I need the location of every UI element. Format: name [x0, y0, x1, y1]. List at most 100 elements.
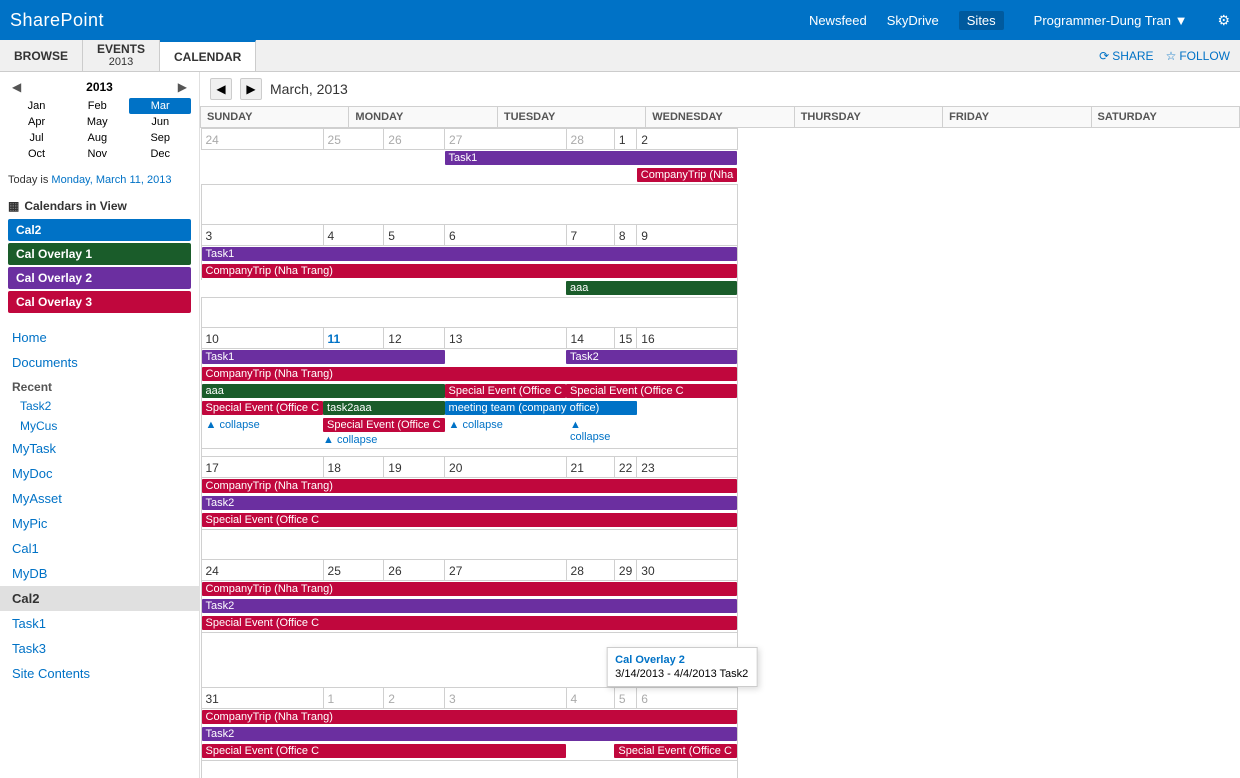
mini-cal-month-jul[interactable]: Jul [8, 130, 65, 146]
collapse-link[interactable]: ▲ collapse [323, 433, 445, 447]
event-bar[interactable]: CompanyTrip (Nha [637, 168, 738, 182]
event-bar[interactable]: Task1 [202, 350, 445, 364]
skydrive-link[interactable]: SkyDrive [887, 13, 939, 28]
day-number[interactable]: 10 [206, 330, 319, 348]
cal-chip-cal-overlay-3[interactable]: Cal Overlay 3 [8, 291, 191, 313]
sidebar-item-task1[interactable]: Task1 [0, 611, 199, 636]
event-bar[interactable]: meeting team (company office) [445, 401, 637, 415]
day-number[interactable]: 5 [619, 690, 632, 708]
event-bar[interactable]: Special Event (Office C [202, 513, 737, 527]
mini-cal-month-nov[interactable]: Nov [65, 146, 129, 162]
collapse-link[interactable]: ▲ collapse [206, 418, 320, 432]
mini-cal-month-jan[interactable]: Jan [8, 98, 65, 114]
event-bar[interactable]: CompanyTrip (Nha Trang) [202, 582, 737, 596]
mini-cal-prev[interactable]: ◀ [8, 80, 25, 94]
day-number[interactable]: 13 [449, 330, 562, 348]
tab-events[interactable]: EVENTS 2013 [83, 40, 160, 71]
mini-cal-next[interactable]: ▶ [174, 80, 191, 94]
tab-calendar[interactable]: CALENDAR [160, 40, 256, 71]
day-number[interactable]: 27 [449, 131, 562, 149]
event-bar[interactable]: Special Event (Office C [323, 418, 445, 432]
day-number[interactable]: 9 [641, 227, 733, 245]
event-bar[interactable]: Special Event (Office C [614, 744, 736, 758]
day-number[interactable]: 4 [571, 690, 610, 708]
event-bar[interactable]: aaa [566, 281, 737, 295]
user-menu[interactable]: Programmer-Dung Tran ▼ [1034, 13, 1188, 28]
sidebar-item-mypic[interactable]: MyPic [0, 511, 199, 536]
day-number[interactable]: 2 [388, 690, 440, 708]
sidebar-item-task2[interactable]: Task2 [0, 396, 199, 416]
day-number[interactable]: 18 [328, 459, 380, 477]
event-bar[interactable]: CompanyTrip (Nha Trang) [202, 479, 737, 493]
newsfeed-link[interactable]: Newsfeed [809, 13, 867, 28]
event-bar[interactable]: task2aaa [323, 401, 445, 415]
day-number[interactable]: 24 [206, 562, 319, 580]
sidebar-item-cal1[interactable]: Cal1 [0, 536, 199, 561]
sites-link[interactable]: Sites [959, 11, 1004, 30]
day-number[interactable]: 1 [619, 131, 632, 149]
sidebar-item-mydoc[interactable]: MyDoc [0, 461, 199, 486]
day-number[interactable]: 3 [449, 690, 562, 708]
day-number[interactable]: 2 [641, 131, 733, 149]
mini-cal-month-oct[interactable]: Oct [8, 146, 65, 162]
sidebar-item-documents[interactable]: Documents [0, 350, 199, 375]
sidebar-item-cal2[interactable]: Cal2 [0, 586, 199, 611]
day-number[interactable]: 11 [328, 330, 380, 348]
day-number[interactable]: 31 [206, 690, 319, 708]
day-number[interactable]: 15 [619, 330, 632, 348]
mini-cal-month-jun[interactable]: Jun [129, 114, 191, 130]
day-number[interactable]: 12 [388, 330, 440, 348]
cal-next-button[interactable]: ▶ [240, 78, 262, 100]
mini-cal-month-aug[interactable]: Aug [65, 130, 129, 146]
day-number[interactable]: 14 [571, 330, 610, 348]
event-bar[interactable]: Special Event (Office C [566, 384, 737, 398]
day-number[interactable]: 28 [571, 131, 610, 149]
event-bar[interactable]: Special Event (Office C [202, 744, 567, 758]
day-number[interactable]: 23 [641, 459, 733, 477]
sidebar-item-mycus[interactable]: MyCus [0, 416, 199, 436]
settings-gear-icon[interactable]: ⚙ [1217, 12, 1230, 29]
day-number[interactable]: 6 [641, 690, 733, 708]
event-bar[interactable]: Special Event (Office C [202, 401, 324, 415]
collapse-link[interactable]: ▲ collapse [570, 418, 610, 444]
sidebar-item-mydb[interactable]: MyDB [0, 561, 199, 586]
day-number[interactable]: 25 [328, 562, 380, 580]
day-number[interactable]: 7 [571, 227, 610, 245]
event-bar[interactable]: Special Event (Office C [445, 384, 567, 398]
day-number[interactable]: 20 [449, 459, 562, 477]
day-number[interactable]: 4 [328, 227, 380, 245]
day-number[interactable]: 29 [619, 562, 632, 580]
event-bar[interactable]: Task2 [202, 496, 737, 510]
day-number[interactable]: 6 [449, 227, 562, 245]
day-number[interactable]: 26 [388, 131, 440, 149]
day-number[interactable]: 17 [206, 459, 319, 477]
sidebar-item-myasset[interactable]: MyAsset [0, 486, 199, 511]
day-number[interactable]: 25 [328, 131, 380, 149]
mini-cal-month-mar[interactable]: Mar [129, 98, 191, 114]
day-number[interactable]: 5 [388, 227, 440, 245]
day-number[interactable]: 8 [619, 227, 632, 245]
collapse-link[interactable]: ▲ collapse [449, 418, 563, 432]
mini-cal-month-dec[interactable]: Dec [129, 146, 191, 162]
event-bar[interactable]: CompanyTrip (Nha Trang) [202, 710, 737, 724]
mini-cal-month-feb[interactable]: Feb [65, 98, 129, 114]
cal-prev-button[interactable]: ◀ [210, 78, 232, 100]
event-bar[interactable]: CompanyTrip (Nha Trang) [202, 264, 737, 278]
day-number[interactable]: 26 [388, 562, 440, 580]
day-number[interactable]: 3 [206, 227, 319, 245]
day-number[interactable]: 24 [206, 131, 319, 149]
day-number[interactable]: 21 [571, 459, 610, 477]
cal-chip-cal2[interactable]: Cal2 [8, 219, 191, 241]
event-bar[interactable]: Task1 [445, 151, 738, 165]
event-bar[interactable]: Task2 [202, 599, 737, 613]
day-number[interactable]: 1 [328, 690, 380, 708]
event-bar[interactable]: Task1 [202, 247, 737, 261]
mini-cal-month-apr[interactable]: Apr [8, 114, 65, 130]
cal-chip-cal-overlay-1[interactable]: Cal Overlay 1 [8, 243, 191, 265]
sidebar-item-site-contents[interactable]: Site Contents [0, 661, 199, 686]
today-link[interactable]: Monday, March 11, 2013 [51, 174, 171, 186]
day-number[interactable]: 22 [619, 459, 632, 477]
day-number[interactable]: 16 [641, 330, 733, 348]
mini-cal-month-may[interactable]: May [65, 114, 129, 130]
event-bar[interactable]: Task2 [566, 350, 737, 364]
